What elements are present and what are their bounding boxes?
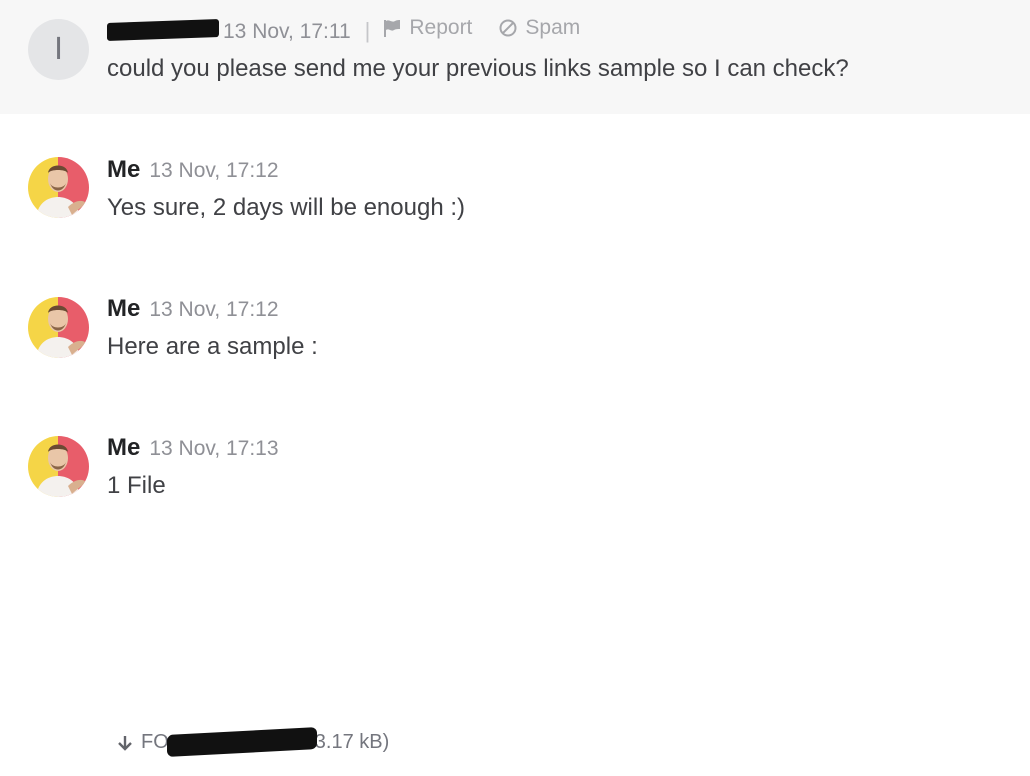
message-timestamp: 13 Nov, 17:11 (223, 20, 351, 43)
avatar[interactable] (28, 436, 89, 497)
flag-icon (384, 20, 401, 37)
message-header: Me 13 Nov, 17:13 (107, 434, 279, 462)
message-header: 13 Nov, 17:11 | Report Spam (107, 16, 580, 44)
redacted-sender-name (107, 19, 219, 41)
spam-label: Spam (525, 16, 581, 39)
avatar[interactable]: I (28, 19, 89, 80)
redacted-file-name (166, 726, 317, 757)
message-timestamp: 13 Nov, 17:12 (149, 159, 279, 182)
conversation-thread: I 13 Nov, 17:11 | Report Spam could you … (0, 0, 1030, 776)
block-icon (499, 19, 517, 37)
separator: | (364, 18, 371, 43)
user-photo-icon (28, 436, 89, 497)
user-photo-icon (28, 297, 89, 358)
report-button[interactable]: Report (382, 16, 472, 40)
avatar[interactable] (28, 157, 89, 218)
sender-name: Me (107, 156, 141, 183)
download-arrow-icon (118, 735, 132, 751)
message-timestamp: 13 Nov, 17:13 (149, 437, 279, 460)
avatar-initial: I (54, 32, 63, 67)
message-text: could you please send me your previous l… (107, 55, 849, 82)
avatar[interactable] (28, 297, 89, 358)
report-label: Report (409, 16, 473, 39)
message-text: Yes sure, 2 days will be enough :) (107, 194, 465, 221)
message-text: 1 File (107, 472, 166, 499)
message-timestamp: 13 Nov, 17:12 (149, 298, 279, 321)
sender-name: Me (107, 295, 141, 322)
message-header: Me 13 Nov, 17:12 (107, 156, 279, 184)
message-incoming: I 13 Nov, 17:11 | Report Spam could you … (0, 0, 1030, 114)
file-name-start: FO (141, 731, 169, 753)
file-size: 3.17 kB) (314, 731, 390, 753)
spam-button[interactable]: Spam (498, 16, 580, 40)
message-text: Here are a sample : (107, 333, 318, 360)
sender-name: Me (107, 434, 141, 461)
file-attachment-link[interactable]: FO 3.17 kB) (117, 726, 390, 757)
message-header: Me 13 Nov, 17:12 (107, 295, 279, 323)
user-photo-icon (28, 157, 89, 218)
